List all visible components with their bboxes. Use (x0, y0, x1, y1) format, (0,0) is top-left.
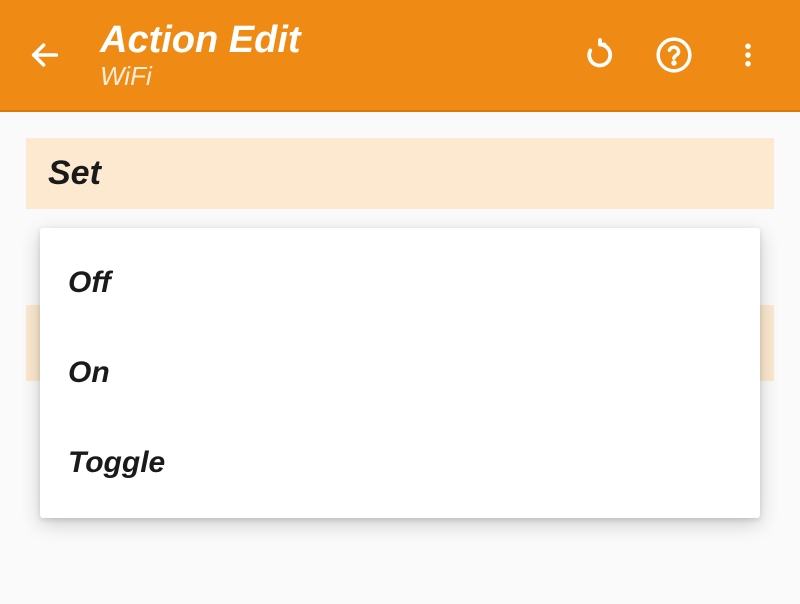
header-actions (578, 33, 770, 77)
page-title: Action Edit (100, 20, 578, 62)
more-vert-icon (733, 40, 763, 70)
dropdown-option-toggle[interactable]: Toggle (40, 418, 760, 508)
set-dropdown-menu: Off On Toggle (40, 228, 760, 518)
dropdown-option-on[interactable]: On (40, 328, 760, 418)
help-icon (655, 36, 693, 74)
app-header: Action Edit WiFi (0, 0, 800, 110)
undo-button[interactable] (578, 33, 622, 77)
page-subtitle: WiFi (100, 62, 578, 91)
title-area: Action Edit WiFi (100, 20, 578, 90)
more-button[interactable] (726, 33, 770, 77)
back-button[interactable] (20, 30, 70, 80)
dropdown-option-off[interactable]: Off (40, 238, 760, 328)
undo-icon (582, 37, 618, 73)
help-button[interactable] (652, 33, 696, 77)
arrow-back-icon (28, 38, 62, 72)
section-label-set: Set (26, 138, 774, 209)
